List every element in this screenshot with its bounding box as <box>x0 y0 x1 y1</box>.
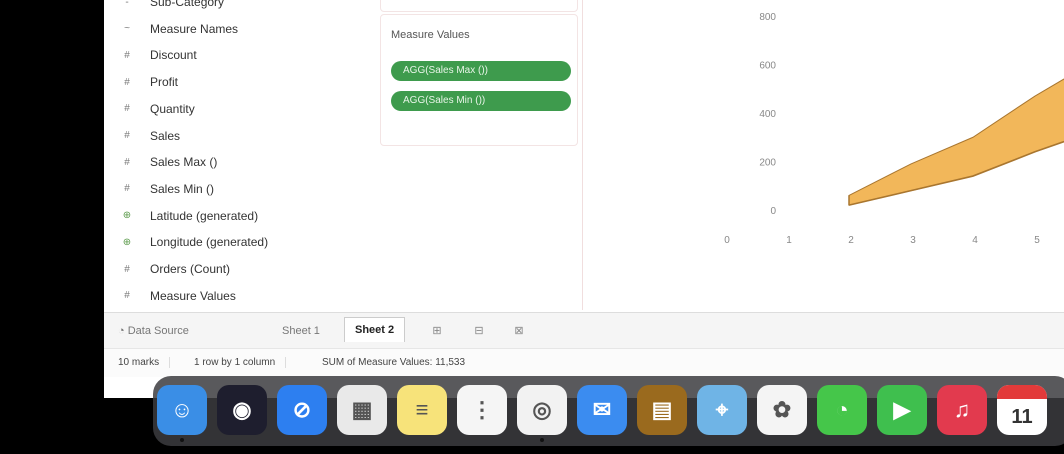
field-label: Sub-Category <box>150 0 225 9</box>
y-tick-label: 200 <box>759 158 776 169</box>
field-item[interactable]: ⊕ Longitude (generated) <box>118 232 268 252</box>
siri-icon[interactable]: ◉ <box>217 385 267 435</box>
tab-sheet-2[interactable]: Sheet 2 <box>344 317 406 342</box>
field-label: Profit <box>150 75 179 90</box>
field-item[interactable]: # Measure Values <box>118 286 236 306</box>
tab-sheet-1[interactable]: Sheet 1 <box>272 319 330 343</box>
measure-icon: # <box>124 290 130 302</box>
data-pane: - Sub-Category ~ Measure Names # Discount # Pro… <box>104 0 374 310</box>
y-tick-label: 600 <box>759 61 776 72</box>
running-indicator <box>540 438 544 442</box>
field-item[interactable]: # Orders (Count) <box>118 259 230 279</box>
area-chart: 80060040020000123456 <box>584 0 1064 310</box>
field-item[interactable]: # Discount <box>118 45 197 65</box>
facetime-icon[interactable]: ▶ <box>877 385 927 435</box>
new-worksheet-icon[interactable]: ⊞ <box>426 321 448 341</box>
filters-card <box>380 0 578 12</box>
x-tick-label: 2 <box>848 235 854 246</box>
status-rows: 1 row by 1 column <box>194 357 287 368</box>
messages-icon[interactable]: ◔ <box>817 385 867 435</box>
x-tick-label: 4 <box>972 235 978 246</box>
cards-panel: Measure Values AGG(Sales Max ()) AGG(Sal… <box>376 0 583 310</box>
measure-icon: # <box>124 103 130 115</box>
status-marks: 10 marks <box>118 357 171 368</box>
measure-icon: # <box>124 156 130 168</box>
measure-icon: # <box>124 76 130 88</box>
macos-dock: ☺ ◉ ⊘ ▦ ≡ ⋮ ◎ ✉ ▤ ⌖ ✿ ◔ ▶ ♫ 11 <box>153 376 1064 446</box>
measure-values-card: Measure Values AGG(Sales Max ()) AGG(Sal… <box>380 14 578 146</box>
reminders-icon[interactable]: ⋮ <box>457 385 507 435</box>
field-label: Orders (Count) <box>150 262 231 276</box>
measure-icon: # <box>124 130 130 141</box>
field-label: Quantity <box>150 101 195 116</box>
notes-icon[interactable]: ≡ <box>397 385 447 435</box>
maps-icon[interactable]: ⌖ <box>697 385 747 435</box>
status-bar: 10 marks 1 row by 1 column SUM of Measur… <box>104 348 1064 377</box>
x-tick-label: 1 <box>786 235 792 246</box>
globe-icon: ⊕ <box>122 236 132 248</box>
database-icon: ◔ <box>118 325 128 337</box>
photos-icon[interactable]: ✿ <box>757 385 807 435</box>
tableau-window: - Sub-Category ~ Measure Names # Discount # Pro… <box>104 0 1064 398</box>
calendar-day: 11 <box>1011 405 1033 428</box>
x-tick-label: 5 <box>1034 235 1040 246</box>
field-label: Latitude (generated) <box>150 208 259 223</box>
pill-sales-max[interactable]: AGG(Sales Max ()) <box>391 61 571 81</box>
x-tick-label: 3 <box>910 235 916 246</box>
chart-svg: 80060040020000123456 <box>724 12 1064 246</box>
field-item[interactable]: # Profit <box>118 72 178 92</box>
y-tick-label: 400 <box>759 109 776 120</box>
calendar-header <box>997 385 1047 399</box>
field-label: Sales Min () <box>150 181 215 196</box>
field-item[interactable]: ~ Measure Names <box>118 19 238 39</box>
pill-sales-min[interactable]: AGG(Sales Min ()) <box>391 91 571 111</box>
field-item[interactable]: # Sales Min () <box>118 179 214 199</box>
measure-icon: # <box>124 263 130 275</box>
stickies-icon[interactable]: ▤ <box>637 385 687 435</box>
field-item[interactable]: # Sales Max () <box>118 152 217 172</box>
running-indicator <box>180 438 184 442</box>
field-item[interactable]: # Sales <box>118 126 180 146</box>
y-tick-label: 0 <box>770 206 776 217</box>
field-label: Sales <box>150 128 181 143</box>
measure-icon: - <box>125 0 129 8</box>
field-label: Longitude (generated) <box>150 235 269 250</box>
launchpad-icon[interactable]: ▦ <box>337 385 387 435</box>
measure-icon: # <box>124 183 130 195</box>
measure-icon: # <box>124 49 130 61</box>
measure-names-icon: ~ <box>124 23 130 35</box>
field-item[interactable]: - Sub-Category <box>118 0 224 12</box>
new-story-icon[interactable]: ⊠ <box>508 321 530 341</box>
x-tick-label: 0 <box>724 235 730 246</box>
finder-icon[interactable]: ☺ <box>157 385 207 435</box>
field-label: Measure Names <box>150 21 239 36</box>
field-item[interactable]: ⊕ Latitude (generated) <box>118 206 258 226</box>
field-label: Discount <box>150 48 197 63</box>
tab-data-source[interactable]: ◔ Data Source <box>108 319 199 343</box>
new-dashboard-icon[interactable]: ⊟ <box>468 321 490 341</box>
field-label: Measure Values <box>150 288 236 303</box>
y-tick-label: 800 <box>759 12 776 23</box>
field-label: Sales Max () <box>150 155 218 170</box>
music-icon[interactable]: ♫ <box>937 385 987 435</box>
chrome-icon[interactable]: ◎ <box>517 385 567 435</box>
calendar-icon[interactable]: 11 <box>997 385 1047 435</box>
measure-values-card-title: Measure Values <box>391 29 470 41</box>
status-sum: SUM of Measure Values: 11,533 <box>322 357 466 368</box>
field-item[interactable]: # Quantity <box>118 99 195 119</box>
mail-icon[interactable]: ✉ <box>577 385 627 435</box>
sheet-tab-bar: ◔ Data Source Sheet 1 Sheet 2 ⊞ ⊟ ⊠ <box>104 312 1064 349</box>
safari-icon[interactable]: ⊘ <box>277 385 327 435</box>
globe-icon: ⊕ <box>122 210 132 222</box>
